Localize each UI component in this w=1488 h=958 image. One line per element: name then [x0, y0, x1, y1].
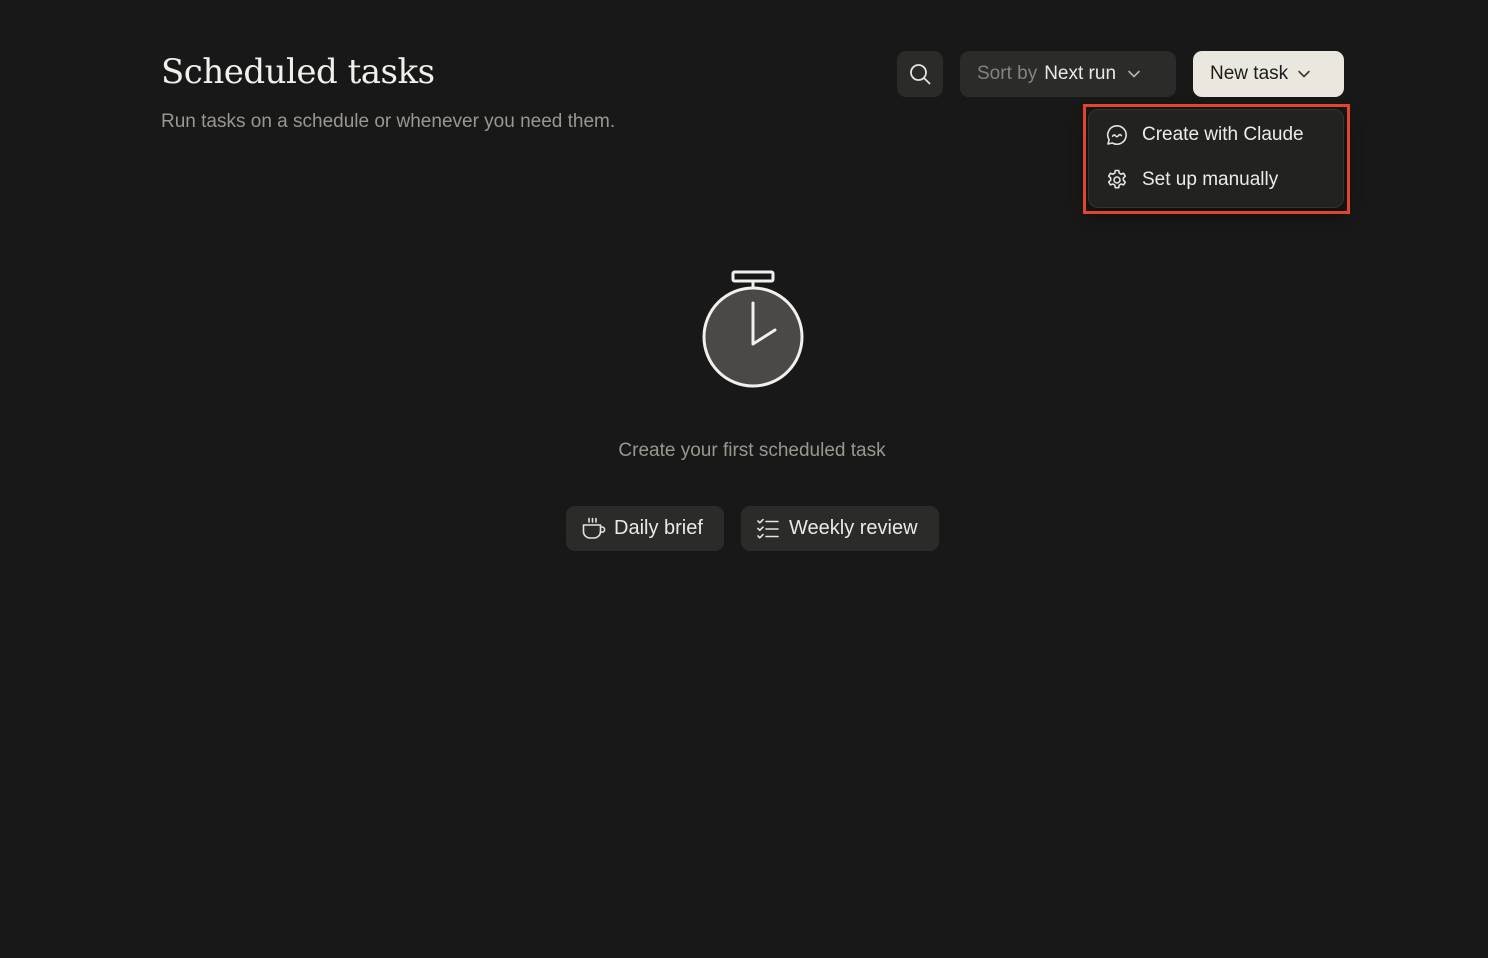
page-subtitle: Run tasks on a schedule or whenever you … — [161, 111, 616, 132]
empty-state-message: Create your first scheduled task — [618, 440, 886, 461]
chevron-down-icon — [1127, 67, 1141, 81]
search-icon — [908, 62, 932, 86]
sort-value: Next run — [1044, 63, 1117, 84]
chip-label: Weekly review — [789, 517, 918, 539]
coffee-cup-icon — [580, 516, 606, 542]
chevron-down-icon — [1297, 67, 1311, 81]
stopwatch-icon — [697, 266, 809, 397]
new-task-button[interactable]: New task — [1193, 51, 1344, 97]
sort-label: Sort by — [977, 63, 1038, 84]
menu-highlight-box — [1083, 104, 1350, 214]
checklist-icon — [755, 516, 781, 542]
search-button[interactable] — [897, 51, 943, 97]
new-task-label: New task — [1210, 63, 1289, 84]
chip-label: Daily brief — [614, 517, 703, 539]
sort-dropdown[interactable]: Sort by Next run — [960, 51, 1176, 97]
daily-brief-chip[interactable]: Daily brief — [566, 506, 724, 551]
weekly-review-chip[interactable]: Weekly review — [741, 506, 939, 551]
scheduled-tasks-page: Scheduled tasks Run tasks on a schedule … — [0, 0, 1488, 958]
page-title: Scheduled tasks — [161, 52, 435, 92]
